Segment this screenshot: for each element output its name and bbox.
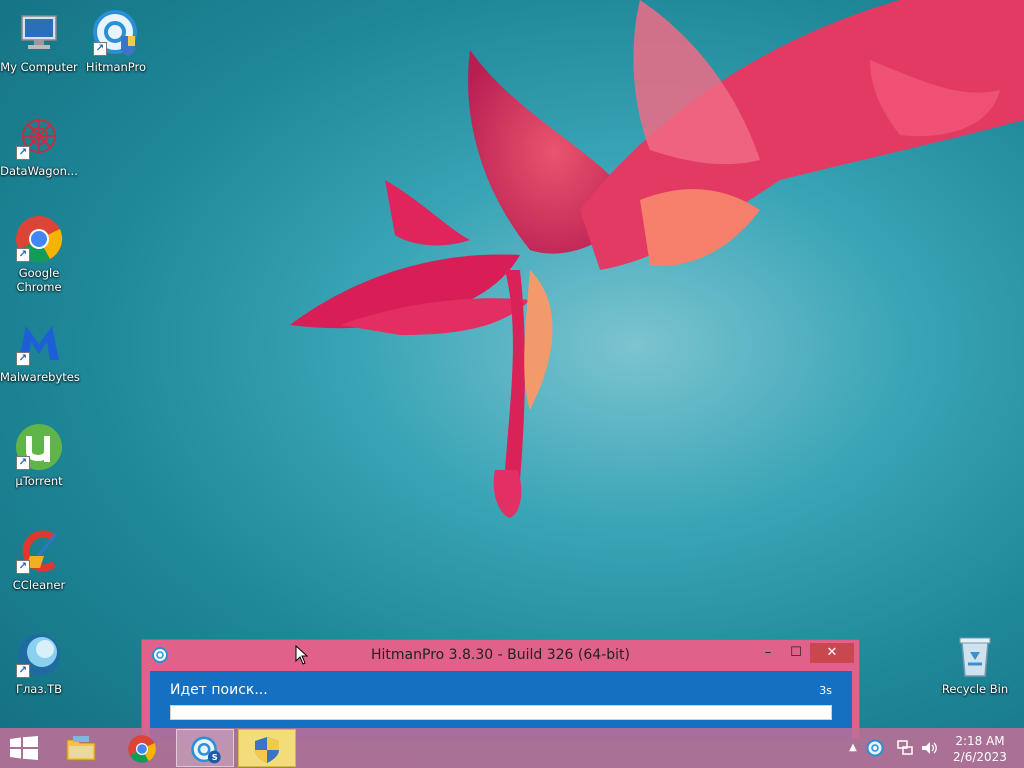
taskbar: S ▲ 2:18 AM 2/6/2023: [0, 728, 1024, 768]
mouse-cursor-icon: [295, 645, 309, 665]
shortcut-arrow-icon: ↗: [16, 248, 30, 262]
windows-logo-icon: [10, 736, 38, 760]
svg-text:S: S: [212, 752, 218, 762]
hitmanpro-tray-icon[interactable]: [866, 739, 884, 757]
clock-date: 2/6/2023: [953, 750, 1007, 764]
shortcut-arrow-icon: ↗: [16, 146, 30, 160]
maximize-button[interactable]: ☐: [782, 643, 810, 663]
desktop-icon-label: Recycle Bin: [941, 682, 1009, 696]
desktop-icon-label: My Computer: [0, 60, 78, 74]
desktop-icon-ccleaner[interactable]: ↗ CCleaner: [0, 526, 78, 592]
desktop-icon-datawagon[interactable]: ↗ DataWagon...: [0, 112, 78, 178]
taskbar-google-chrome[interactable]: [114, 729, 172, 767]
desktop-icon-malwarebytes[interactable]: ↗ Malwarebytes: [0, 318, 80, 384]
desktop-icon-recycle-bin[interactable]: Recycle Bin: [936, 630, 1014, 696]
scan-status: Идет поиск...: [170, 682, 268, 698]
window-titlebar[interactable]: HitmanPro 3.8.30 - Build 326 (64-bit) – …: [142, 640, 859, 670]
desktop-icon-label: Глаз.ТВ: [15, 682, 63, 696]
chrome-icon: [128, 735, 156, 763]
desktop-icon-my-computer[interactable]: My Computer: [0, 8, 78, 74]
taskbar-clock[interactable]: 2:18 AM 2/6/2023: [944, 733, 1016, 765]
clock-time: 2:18 AM: [955, 734, 1005, 748]
folder-icon: [66, 736, 96, 761]
network-icon[interactable]: [896, 739, 914, 757]
window-title: HitmanPro 3.8.30 - Build 326 (64-bit): [371, 647, 630, 663]
desktop-icon-label: µTorrent: [15, 474, 63, 488]
start-button[interactable]: [0, 728, 48, 768]
my-computer-icon: [21, 15, 57, 49]
scan-progress-bar: [170, 705, 832, 720]
recycle-bin-icon: [959, 637, 991, 677]
desktop-icon-label: DataWagon...: [0, 164, 78, 178]
desktop-icon-label: HitmanPro: [85, 60, 147, 74]
desktop-icon-google-chrome[interactable]: ↗ Google Chrome: [0, 214, 78, 294]
desktop-icon-utorrent[interactable]: ↗ µTorrent: [0, 422, 78, 488]
shortcut-arrow-icon: ↗: [16, 456, 30, 470]
scan-progress-fill: [171, 706, 831, 719]
hitmanpro-window[interactable]: HitmanPro 3.8.30 - Build 326 (64-bit) – …: [141, 639, 860, 741]
taskbar-user-account-control[interactable]: [238, 729, 296, 767]
close-button[interactable]: ✕: [810, 643, 854, 663]
shortcut-arrow-icon: ↗: [16, 560, 30, 574]
taskbar-hitmanpro[interactable]: S: [176, 729, 234, 767]
uac-shield-icon: [255, 737, 279, 763]
minimize-button[interactable]: –: [754, 643, 782, 663]
volume-icon[interactable]: [920, 739, 938, 757]
desktop-icon-hitmanpro[interactable]: ↗ HitmanPro: [77, 8, 155, 74]
shortcut-arrow-icon: ↗: [16, 352, 30, 366]
shortcut-arrow-icon: ↗: [93, 42, 107, 56]
desktop-icon-label: CCleaner: [12, 578, 66, 592]
desktop-icon-label: Google Chrome: [16, 266, 62, 294]
elapsed-time: 3s: [819, 684, 832, 697]
desktop-icon-glaz-tv[interactable]: ↗ Глаз.ТВ: [0, 630, 78, 696]
shortcut-arrow-icon: ↗: [16, 664, 30, 678]
taskbar-file-explorer[interactable]: [52, 729, 110, 767]
show-hidden-icons-button[interactable]: ▲: [844, 739, 862, 757]
hitmanpro-icon: S: [191, 736, 221, 764]
desktop-icon-label: Malwarebytes: [0, 370, 80, 384]
